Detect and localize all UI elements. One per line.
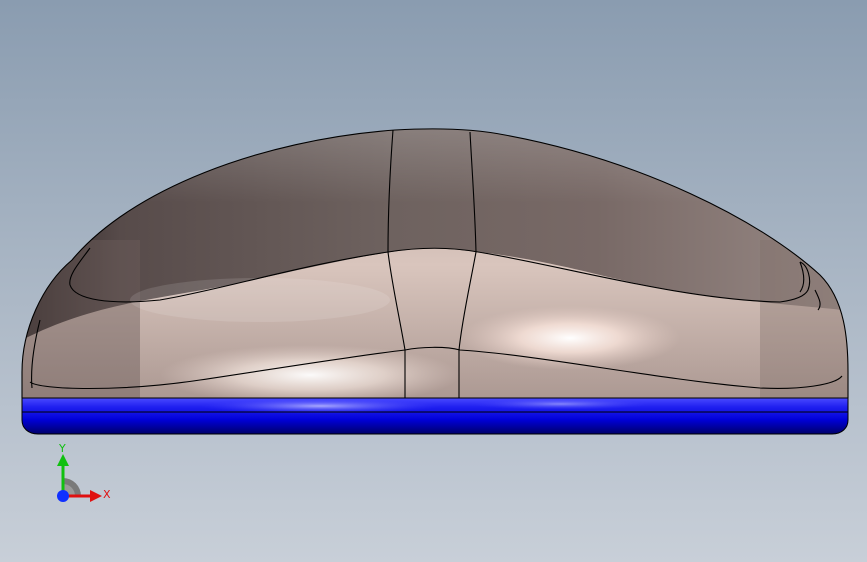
coordinate-triad-icon: Y X xyxy=(57,442,111,502)
graphics-viewport[interactable]: Y X xyxy=(0,0,867,562)
mouse-base[interactable] xyxy=(21,397,849,435)
x-axis-label: X xyxy=(103,488,111,501)
mouse-shell[interactable] xyxy=(0,120,867,410)
y-axis-label: Y xyxy=(58,442,66,455)
mouse-model[interactable] xyxy=(0,0,867,562)
